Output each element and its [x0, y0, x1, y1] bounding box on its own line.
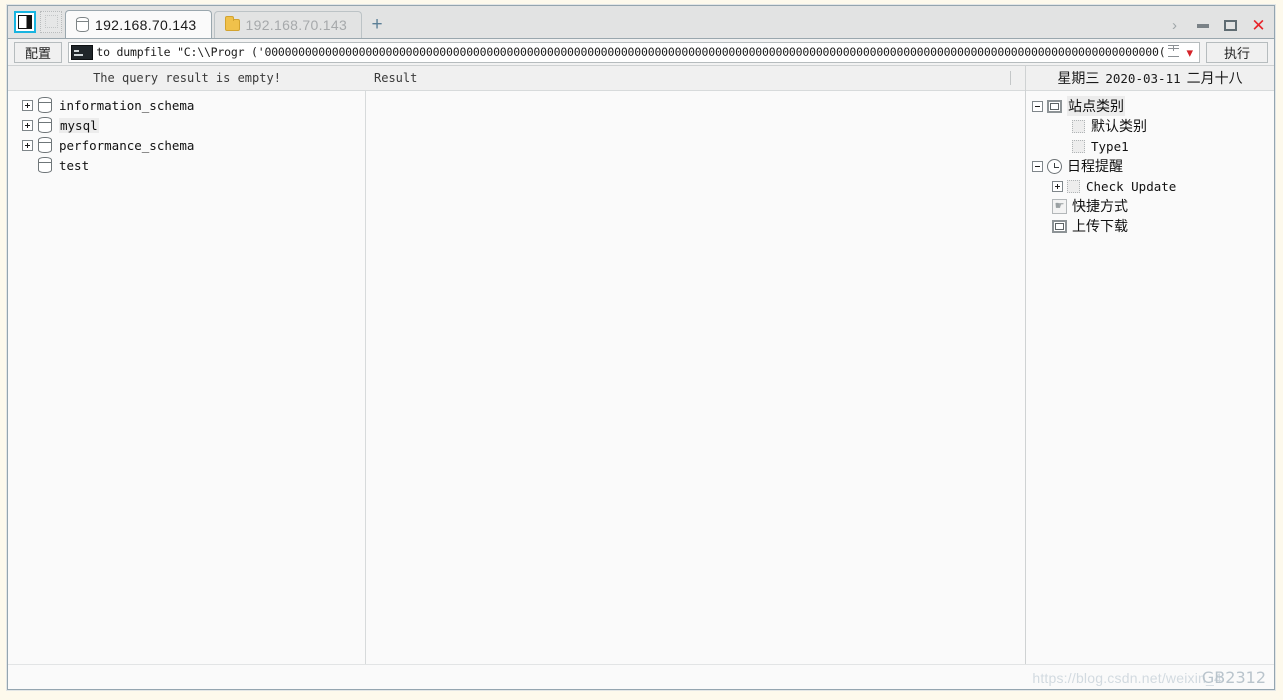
titlebar-icon-group [8, 5, 65, 38]
expand-button[interactable]: › [1167, 18, 1182, 33]
result-pane[interactable] [366, 91, 1025, 664]
minimize-icon [1196, 23, 1209, 28]
column-resize-grip[interactable] [1010, 71, 1011, 85]
window-icon [1052, 219, 1067, 233]
status-footer: https://blog.csdn.net/weixin_4 GB2312 [8, 664, 1274, 689]
database-icon [38, 117, 52, 133]
expand-icon[interactable] [22, 119, 33, 131]
clock-icon [1047, 158, 1062, 174]
database-icon [38, 137, 52, 153]
tree-row-database[interactable]: performance_schema [8, 135, 365, 155]
title-bar: 192.168.70.143 192.168.70.143 + › ✕ [8, 6, 1274, 39]
encoding-label: GB2312 [1201, 668, 1266, 687]
tab-label: 192.168.70.143 [95, 16, 197, 33]
dotted-box-icon [1072, 119, 1085, 133]
tab-connection-inactive[interactable]: 192.168.70.143 [213, 11, 363, 38]
dashed-placeholder-icon[interactable] [40, 10, 62, 33]
left-region: The query result is empty! Result inform… [8, 66, 1026, 664]
main-body: The query result is empty! Result inform… [8, 66, 1274, 664]
add-tab-button[interactable]: + [364, 11, 390, 38]
database-icon [76, 17, 89, 32]
database-icon [38, 157, 52, 173]
collapse-icon[interactable] [1032, 100, 1043, 112]
expand-icon[interactable] [22, 139, 33, 151]
folder-icon [224, 16, 240, 31]
dotted-box-icon [1067, 179, 1080, 193]
weekday-label: 星期三 [1057, 70, 1100, 86]
tree-row-database[interactable]: test [8, 155, 365, 175]
config-button[interactable]: 配置 [14, 41, 63, 63]
execute-button[interactable]: 执行 [1206, 41, 1268, 63]
query-input-adornments: ▾ [1165, 45, 1199, 59]
sidebar-tree: 站点类别 默认类别 Type1 日程提醒 Check Update ☛ 快捷方式… [1026, 91, 1274, 236]
dotted-box-icon [1072, 139, 1085, 153]
sidebar-item-shortcuts[interactable]: ☛ 快捷方式 [1026, 196, 1274, 216]
database-label: performance_schema [59, 137, 195, 153]
sidebar-item-schedule-reminder[interactable]: 日程提醒 [1026, 156, 1274, 176]
date-label: 2020-03-11 [1105, 70, 1181, 86]
window-icon [1047, 99, 1062, 113]
sidebar-item-label: 上传下载 [1072, 218, 1128, 234]
database-tree: information_schema mysql performance_sch… [8, 91, 366, 664]
sidebar-item-type1[interactable]: Type1 [1026, 136, 1274, 156]
tab-strip: 192.168.70.143 192.168.70.143 + [65, 5, 390, 38]
date-header: 星期三 2020-03-11 二月十八 [1026, 66, 1274, 91]
query-status-text: The query result is empty! [93, 71, 281, 85]
database-label: information_schema [59, 97, 195, 113]
close-button[interactable]: ✕ [1251, 16, 1266, 35]
tab-connection-active[interactable]: 192.168.70.143 [65, 10, 212, 38]
chevron-down-icon[interactable]: ▾ [1186, 46, 1193, 59]
sidebar-item-default-category[interactable]: 默认类别 [1026, 116, 1274, 136]
expand-icon[interactable] [22, 99, 33, 111]
panel-toggle-icon[interactable] [14, 10, 36, 33]
sidebar-item-site-category[interactable]: 站点类别 [1026, 96, 1274, 116]
expand-icon-placeholder [22, 160, 33, 171]
query-input-value: )000000000000000000000000000000000000000… [96, 45, 1166, 59]
sidebar-item-upload-download[interactable]: 上传下载 [1026, 216, 1274, 236]
tree-row-database[interactable]: mysql [8, 115, 365, 135]
sidebar-item-label: 快捷方式 [1072, 198, 1128, 214]
expand-icon[interactable] [1052, 180, 1063, 192]
query-input[interactable]: )000000000000000000000000000000000000000… [68, 41, 1200, 63]
sidebar-item-label: 默认类别 [1091, 118, 1147, 134]
collapse-icon[interactable] [1032, 160, 1043, 172]
sidebar-item-label: Type1 [1091, 138, 1129, 154]
window-controls: › ✕ [1167, 16, 1266, 35]
maximize-icon [1224, 20, 1237, 31]
console-icon [71, 44, 94, 60]
database-label: test [59, 157, 90, 173]
maximize-button[interactable] [1223, 18, 1238, 33]
plus-minus-icon[interactable] [1168, 45, 1180, 59]
lunar-date-label: 二月十八 [1186, 70, 1243, 86]
watermark-text: https://blog.csdn.net/weixin_4 [1032, 670, 1222, 686]
application-window: 192.168.70.143 192.168.70.143 + › ✕ 配置 )… [7, 5, 1275, 690]
sidebar-item-label: 站点类别 [1067, 96, 1125, 116]
database-icon [38, 97, 52, 113]
tab-label: 192.168.70.143 [245, 17, 348, 33]
sidebar-region: 星期三 2020-03-11 二月十八 站点类别 默认类别 Type1 日程提醒… [1026, 66, 1274, 664]
result-column-header[interactable]: Result [366, 71, 1025, 85]
query-toolbar: 配置 )000000000000000000000000000000000000… [8, 39, 1274, 66]
hand-icon: ☛ [1052, 198, 1067, 214]
chevron-right-icon: › [1172, 17, 1177, 34]
column-header-row: The query result is empty! Result [8, 66, 1025, 91]
sidebar-item-label: 日程提醒 [1067, 158, 1123, 174]
database-label: mysql [59, 117, 99, 133]
minimize-button[interactable] [1195, 18, 1210, 33]
sidebar-item-check-update[interactable]: Check Update [1026, 176, 1274, 196]
close-icon: ✕ [1251, 16, 1266, 35]
panes: information_schema mysql performance_sch… [8, 91, 1025, 664]
tree-row-database[interactable]: information_schema [8, 95, 365, 115]
sidebar-item-label: Check Update [1086, 178, 1177, 194]
